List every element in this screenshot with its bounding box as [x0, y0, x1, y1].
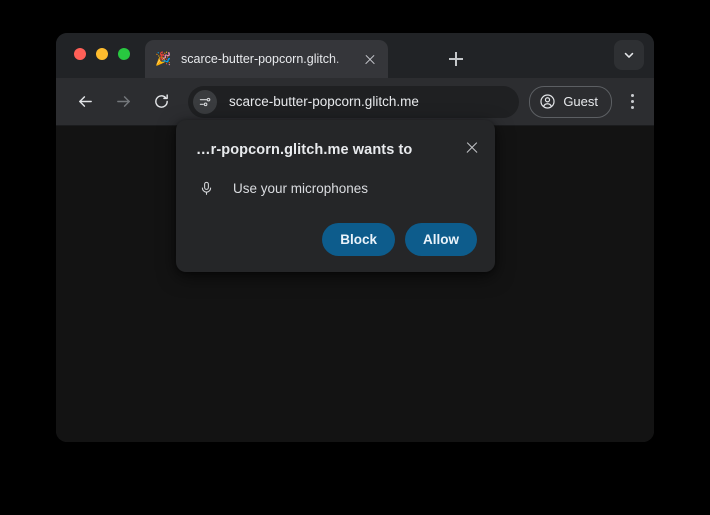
tune-icon[interactable] — [193, 89, 217, 114]
profile-label: Guest — [563, 94, 598, 109]
allow-button[interactable]: Allow — [405, 223, 477, 256]
browser-tab-active[interactable]: 🎉 scarce-butter-popcorn.glitch. — [145, 40, 388, 78]
tab-title: scarce-butter-popcorn.glitch. — [181, 52, 340, 66]
close-window-button[interactable] — [74, 48, 86, 60]
permission-dialog-title: …r-popcorn.glitch.me wants to — [196, 142, 413, 158]
three-dot-menu-icon[interactable] — [618, 88, 646, 116]
browser-toolbar: scarce-butter-popcorn.glitch.me Guest — [56, 78, 654, 126]
reload-icon[interactable] — [146, 87, 176, 117]
forward-icon — [108, 87, 138, 117]
tab-strip: 🎉 scarce-butter-popcorn.glitch. — [56, 33, 654, 78]
chevron-down-icon[interactable] — [614, 40, 644, 70]
microphone-icon — [196, 178, 216, 198]
maximize-window-button[interactable] — [118, 48, 130, 60]
address-bar[interactable]: scarce-butter-popcorn.glitch.me — [188, 85, 520, 118]
permission-dialog-actions: Block Allow — [322, 223, 477, 256]
permission-dialog: …r-popcorn.glitch.me wants to Use your m… — [176, 120, 495, 272]
close-icon[interactable] — [461, 137, 483, 159]
permission-item: Use your microphones — [196, 178, 368, 198]
profile-guest-button[interactable]: Guest — [529, 85, 612, 118]
new-tab-button[interactable] — [442, 45, 470, 73]
person-circle-icon — [539, 93, 556, 110]
block-button[interactable]: Block — [322, 223, 395, 256]
screen: 🎉 scarce-butter-popcorn.glitch. scarce-b… — [0, 0, 710, 515]
tab-favicon-icon: 🎉 — [155, 51, 172, 66]
close-tab-icon[interactable] — [362, 51, 378, 67]
address-bar-url[interactable]: scarce-butter-popcorn.glitch.me — [229, 94, 419, 109]
permission-label: Use your microphones — [233, 180, 369, 196]
back-icon[interactable] — [70, 87, 100, 117]
minimize-window-button[interactable] — [96, 48, 108, 60]
window-controls — [74, 48, 130, 60]
